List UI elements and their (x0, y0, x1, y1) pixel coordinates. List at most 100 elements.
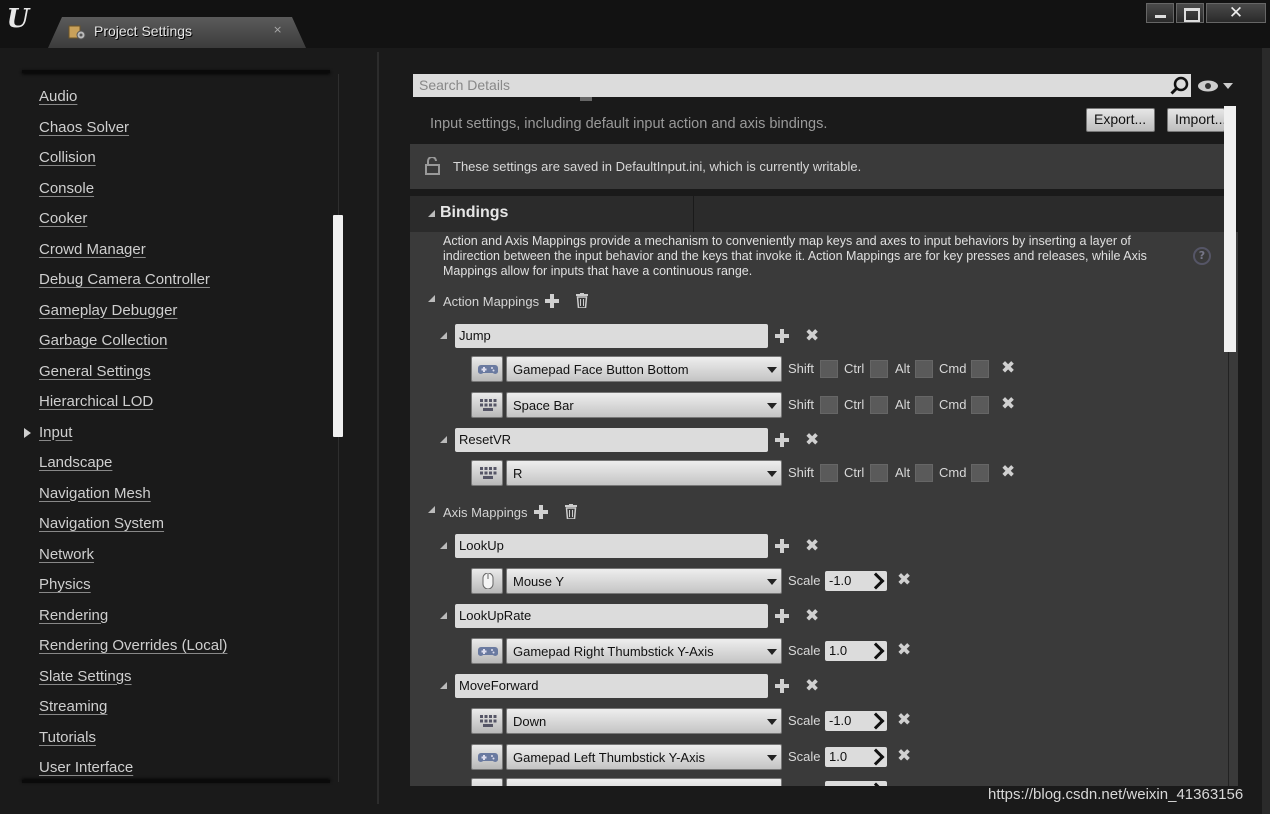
remove-key-icon[interactable]: ✖ (897, 642, 911, 659)
keyboard-key-icon[interactable] (471, 460, 503, 486)
sidebar-item-tutorials[interactable]: Tutorials (39, 729, 96, 746)
sidebar-item-user-interface[interactable]: User Interface (39, 759, 133, 776)
add-key-icon[interactable] (775, 539, 789, 553)
remove-mapping-icon[interactable]: ✖ (805, 328, 819, 345)
remove-mapping-icon[interactable]: ✖ (805, 608, 819, 625)
panel-splitter[interactable] (377, 52, 379, 804)
import-button[interactable]: Import... (1167, 108, 1225, 132)
collapse-arrow-icon[interactable] (440, 542, 447, 549)
shift-checkbox[interactable] (820, 360, 838, 378)
search-box[interactable]: Search Details (413, 74, 1191, 97)
ctrl-checkbox[interactable] (870, 396, 888, 414)
key-select[interactable]: Gamepad Right Thumbstick Y-Axis (506, 638, 782, 664)
remove-mapping-icon[interactable]: ✖ (805, 678, 819, 695)
maximize-button[interactable] (1176, 3, 1204, 23)
sidebar-item-debug-camera-controller[interactable]: Debug Camera Controller (39, 271, 210, 288)
ctrl-checkbox[interactable] (870, 464, 888, 482)
sidebar-item-streaming[interactable]: Streaming (39, 698, 107, 715)
sidebar-item-slate-settings[interactable]: Slate Settings (39, 668, 132, 685)
gamepad-key-icon[interactable] (471, 356, 503, 382)
collapse-arrow-icon[interactable] (428, 506, 435, 513)
remove-mapping-icon[interactable]: ✖ (805, 432, 819, 449)
sidebar-item-general-settings[interactable]: General Settings (39, 363, 151, 380)
add-key-icon[interactable] (775, 433, 789, 447)
sidebar-item-input[interactable]: Input (39, 424, 72, 441)
key-select[interactable]: Mouse Y (506, 568, 782, 594)
gamepad-key-icon[interactable] (471, 744, 503, 770)
sidebar-item-collision[interactable]: Collision (39, 149, 96, 166)
sidebar-item-rendering[interactable]: Rendering (39, 607, 108, 624)
alt-checkbox[interactable] (915, 464, 933, 482)
scale-input[interactable] (825, 781, 887, 786)
sidebar-item-console[interactable]: Console (39, 180, 94, 197)
sidebar-item-rendering-overrides-local[interactable]: Rendering Overrides (Local) (39, 637, 227, 654)
sidebar-item-network[interactable]: Network (39, 546, 94, 563)
key-select[interactable]: Down (506, 708, 782, 734)
remove-key-icon[interactable]: ✖ (897, 712, 911, 729)
key-select[interactable] (506, 778, 782, 786)
keyboard-key-icon[interactable] (471, 708, 503, 734)
mapping-name-input[interactable]: ResetVR (455, 428, 768, 452)
key-select[interactable]: R (506, 460, 782, 486)
mapping-name-input[interactable]: MoveForward (455, 674, 768, 698)
keyboard-key-icon[interactable] (471, 392, 503, 418)
remove-key-icon[interactable]: ✖ (1001, 464, 1015, 481)
cmd-checkbox[interactable] (971, 396, 989, 414)
delete-all-actions-icon[interactable] (576, 293, 588, 309)
sidebar-item-crowd-manager[interactable]: Crowd Manager (39, 241, 146, 258)
gamepad-key-icon[interactable] (471, 638, 503, 664)
add-action-icon[interactable] (545, 294, 559, 308)
export-button[interactable]: Export... (1086, 108, 1155, 132)
search-input[interactable]: Search Details (419, 77, 510, 93)
cmd-checkbox[interactable] (971, 464, 989, 482)
collapse-arrow-icon[interactable] (428, 210, 435, 217)
remove-key-icon[interactable]: ✖ (1001, 360, 1015, 377)
remove-key-icon[interactable]: ✖ (897, 748, 911, 765)
mapping-name-input[interactable]: LookUpRate (455, 604, 768, 628)
keyboard-key-icon[interactable] (471, 778, 503, 786)
ctrl-checkbox[interactable] (870, 360, 888, 378)
scale-input[interactable]: 1.0 (825, 747, 887, 767)
expand-arrow-icon[interactable] (24, 427, 31, 438)
search-icon[interactable] (1170, 76, 1189, 95)
tab-project-settings[interactable]: Project Settings × (48, 17, 306, 48)
remove-key-icon[interactable]: ✖ (897, 572, 911, 589)
sidebar-item-cooker[interactable]: Cooker (39, 210, 87, 227)
sidebar-item-garbage-collection[interactable]: Garbage Collection (39, 332, 167, 349)
alt-checkbox[interactable] (915, 360, 933, 378)
sidebar-scrollbar[interactable] (333, 215, 343, 437)
sidebar-item-hierarchical-lod[interactable]: Hierarchical LOD (39, 393, 153, 410)
add-key-icon[interactable] (775, 329, 789, 343)
collapse-arrow-icon[interactable] (440, 332, 447, 339)
shift-checkbox[interactable] (820, 464, 838, 482)
shift-checkbox[interactable] (820, 396, 838, 414)
cmd-checkbox[interactable] (971, 360, 989, 378)
collapse-arrow-icon[interactable] (428, 295, 435, 302)
bindings-section-header[interactable]: Bindings (410, 196, 1226, 232)
delete-all-axes-icon[interactable] (565, 504, 577, 520)
sidebar-item-gameplay-debugger[interactable]: Gameplay Debugger (39, 302, 177, 319)
add-key-icon[interactable] (775, 609, 789, 623)
close-button[interactable]: ✕ (1206, 3, 1266, 23)
mouse-key-icon[interactable] (471, 568, 503, 594)
tab-close-icon[interactable]: × (273, 23, 282, 36)
add-axis-icon[interactable] (534, 505, 548, 519)
key-select[interactable]: Space Bar (506, 392, 782, 418)
sidebar-item-navigation-mesh[interactable]: Navigation Mesh (39, 485, 151, 502)
sidebar-item-chaos-solver[interactable]: Chaos Solver (39, 119, 129, 136)
scale-input[interactable]: -1.0 (825, 711, 887, 731)
sidebar-item-physics[interactable]: Physics (39, 576, 91, 593)
minimize-button[interactable] (1146, 3, 1174, 23)
sidebar-item-landscape[interactable]: Landscape (39, 454, 112, 471)
mapping-name-input[interactable]: LookUp (455, 534, 768, 558)
collapse-arrow-icon[interactable] (440, 682, 447, 689)
mapping-name-input[interactable]: Jump (455, 324, 768, 348)
key-select[interactable]: Gamepad Left Thumbstick Y-Axis (506, 744, 782, 770)
collapse-arrow-icon[interactable] (440, 612, 447, 619)
key-select[interactable]: Gamepad Face Button Bottom (506, 356, 782, 382)
alt-checkbox[interactable] (915, 396, 933, 414)
eye-view-options-icon[interactable] (1197, 79, 1235, 93)
scale-input[interactable]: 1.0 (825, 641, 887, 661)
remove-key-icon[interactable]: ✖ (1001, 396, 1015, 413)
details-scrollbar[interactable] (1224, 106, 1236, 352)
